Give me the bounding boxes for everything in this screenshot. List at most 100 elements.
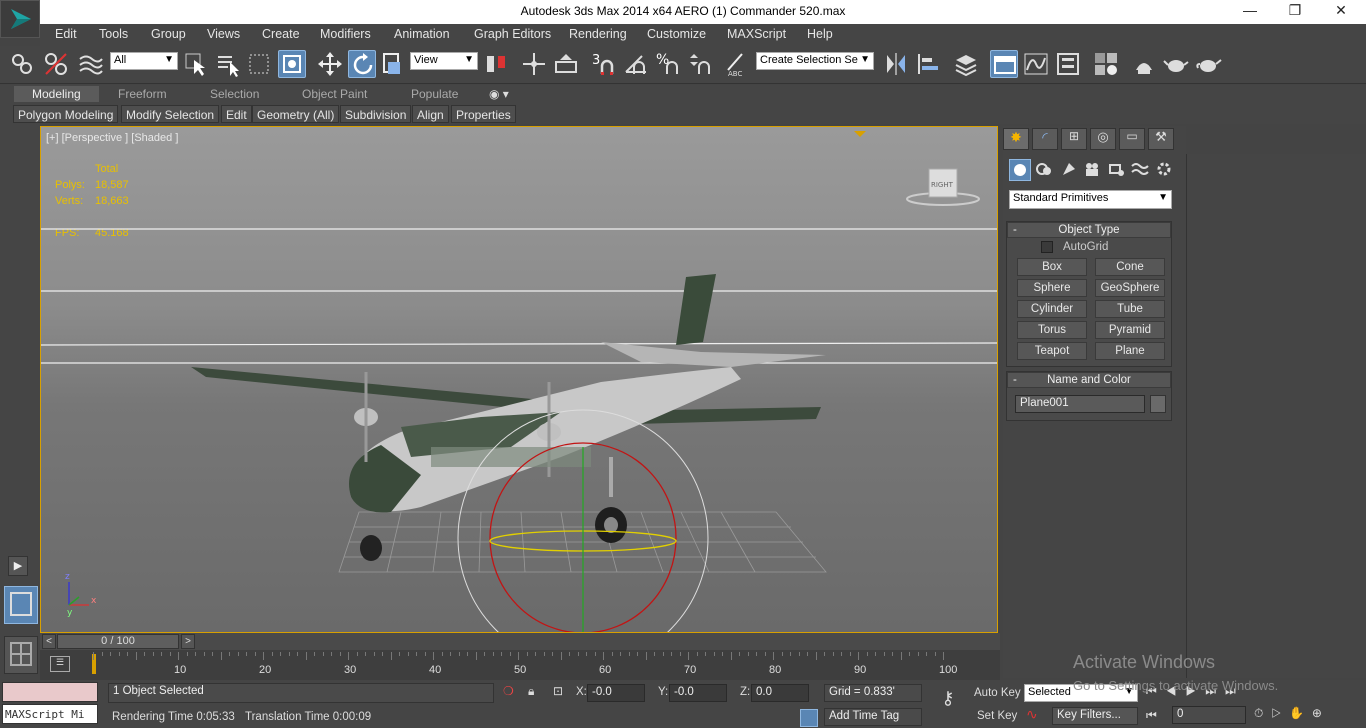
render-production-button[interactable] (1194, 50, 1222, 78)
time-slider[interactable]: < 0 / 100 > (40, 633, 1000, 650)
teapot-button[interactable]: Teapot (1017, 342, 1087, 360)
box-button[interactable]: Box (1017, 258, 1087, 276)
move-button[interactable] (316, 50, 344, 78)
link-button[interactable] (8, 50, 36, 78)
maxscript-mini-listener[interactable]: MAXScript Mi (2, 704, 98, 724)
cylinder-button[interactable]: Cylinder (1017, 300, 1087, 318)
lock-icon[interactable]: 🔒︎ (528, 684, 534, 699)
snaps-toggle-button[interactable]: 3 (590, 50, 618, 78)
add-time-tag-button[interactable]: Add Time Tag (824, 708, 922, 726)
helpers-category-button[interactable] (1106, 159, 1128, 181)
tab-hierarchy[interactable]: ⊞ (1061, 128, 1087, 150)
menu-graph-editors[interactable]: Graph Editors (474, 27, 551, 41)
z-coordinate-field[interactable]: 0.0 (751, 684, 809, 702)
geometry-category-button[interactable] (1009, 159, 1031, 181)
select-manipulate-button[interactable] (520, 50, 548, 78)
adaptive-degradation-button[interactable] (800, 709, 818, 727)
current-frame-field[interactable]: 0 (1172, 706, 1246, 724)
tab-motion[interactable]: ◎ (1090, 128, 1116, 150)
close-button[interactable]: ✕ (1326, 2, 1356, 22)
graphite-toggle-button[interactable] (990, 50, 1018, 78)
material-editor-button[interactable] (1092, 50, 1120, 78)
tab-modeling[interactable]: Modeling (14, 86, 99, 102)
menu-views[interactable]: Views (207, 27, 240, 41)
app-menu-button[interactable] (0, 0, 40, 38)
cameras-category-button[interactable] (1082, 159, 1104, 181)
selection-filter-dropdown[interactable]: All ▼ (110, 52, 178, 70)
select-by-name-button[interactable] (214, 50, 242, 78)
schematic-view-button[interactable] (1054, 50, 1082, 78)
tab-object-paint[interactable]: Object Paint (302, 87, 367, 101)
geometry-type-dropdown[interactable]: Standard Primitives ▼ (1009, 190, 1172, 209)
menu-animation[interactable]: Animation (394, 27, 450, 41)
percent-snap-button[interactable]: % (654, 50, 682, 78)
pyramid-button[interactable]: Pyramid (1095, 321, 1165, 339)
layer-manager-button[interactable] (952, 50, 980, 78)
rotate-button[interactable] (348, 50, 376, 78)
object-type-header[interactable]: - Object Type (1007, 222, 1171, 238)
viewcube[interactable]: RIGHT (906, 168, 980, 206)
y-coordinate-field[interactable]: -0.0 (669, 684, 727, 702)
spacewarps-category-button[interactable] (1130, 159, 1152, 181)
panel-align[interactable]: Align (412, 105, 449, 123)
panel-polygon-modeling[interactable]: Polygon Modeling (13, 105, 119, 123)
viewport-nav-controls[interactable]: ⏱▷✋⊕ (1254, 706, 1330, 721)
panel-edit[interactable]: Edit (221, 105, 252, 123)
cone-button[interactable]: Cone (1095, 258, 1165, 276)
menu-create[interactable]: Create (262, 27, 300, 41)
window-crossing-button[interactable] (278, 50, 306, 78)
minimize-button[interactable]: — (1235, 2, 1265, 22)
key-icon[interactable]: ⚷ (930, 688, 966, 718)
systems-category-button[interactable] (1154, 159, 1176, 181)
tab-display[interactable]: ▭ (1119, 128, 1145, 150)
named-selection-sets-dropdown[interactable]: Create Selection Se ▼ (756, 52, 874, 70)
edit-named-selection-button[interactable]: ABC (722, 50, 750, 78)
autogrid-checkbox[interactable] (1041, 241, 1053, 253)
menu-maxscript[interactable]: MAXScript (727, 27, 786, 41)
panel-subdivision[interactable]: Subdivision (340, 105, 412, 123)
tab-create[interactable]: ✸ (1003, 128, 1029, 150)
panel-properties[interactable]: Properties (451, 105, 516, 123)
select-object-button[interactable] (182, 50, 210, 78)
track-bar[interactable]: ☰ 10 20 30 40 50 60 70 80 90 100 (40, 650, 1000, 680)
set-key-button[interactable]: Set Key (977, 710, 1017, 722)
menu-rendering[interactable]: Rendering (569, 27, 627, 41)
menu-modifiers[interactable]: Modifiers (320, 27, 371, 41)
menu-group[interactable]: Group (151, 27, 186, 41)
scale-button[interactable] (380, 50, 408, 78)
curve-editor-mini-icon[interactable]: ☰ (50, 656, 70, 672)
restore-button[interactable]: ❐ (1280, 2, 1310, 22)
torus-button[interactable]: Torus (1017, 321, 1087, 339)
time-prev-button[interactable]: < (42, 634, 56, 649)
tab-modify[interactable]: ◜ (1032, 128, 1058, 150)
viewport-layout-single-button[interactable] (4, 586, 38, 624)
angle-snap-button[interactable] (622, 50, 650, 78)
lights-category-button[interactable] (1059, 159, 1081, 181)
pivot-center-button[interactable] (482, 50, 510, 78)
tab-populate[interactable]: Populate (411, 87, 458, 101)
tab-selection[interactable]: Selection (210, 87, 259, 101)
keyboard-shortcut-button[interactable] (552, 50, 580, 78)
reference-coord-dropdown[interactable]: View ▼ (410, 52, 478, 70)
shapes-category-button[interactable] (1034, 159, 1056, 181)
key-tangent-icon[interactable]: ∿ (1026, 706, 1048, 726)
absolute-mode-icon[interactable]: ⊡ (553, 684, 563, 698)
bind-spacewarp-button[interactable] (76, 50, 104, 78)
tab-freeform[interactable]: Freeform (118, 87, 167, 101)
object-color-swatch[interactable] (1150, 395, 1166, 413)
curve-editor-button[interactable] (1022, 50, 1050, 78)
menu-help[interactable]: Help (807, 27, 833, 41)
viewport-layout-quad-button[interactable] (4, 636, 38, 674)
object-name-field[interactable]: Plane001 (1015, 395, 1145, 413)
render-setup-button[interactable] (1130, 50, 1158, 78)
name-color-header[interactable]: - Name and Color (1007, 372, 1171, 388)
isolate-icon[interactable]: ❍ (503, 684, 514, 698)
expand-viewport-button[interactable]: ▶ (8, 556, 28, 576)
panel-modify-selection[interactable]: Modify Selection (121, 105, 220, 123)
geosphere-button[interactable]: GeoSphere (1095, 279, 1165, 297)
ribbon-options-icon[interactable]: ◉ ▾ (489, 87, 509, 101)
time-slider-thumb[interactable]: 0 / 100 (57, 634, 179, 649)
auto-key-button[interactable]: Auto Key (974, 687, 1021, 699)
tab-utilities[interactable]: ⚒ (1148, 128, 1174, 150)
plane-button[interactable]: Plane (1095, 342, 1165, 360)
